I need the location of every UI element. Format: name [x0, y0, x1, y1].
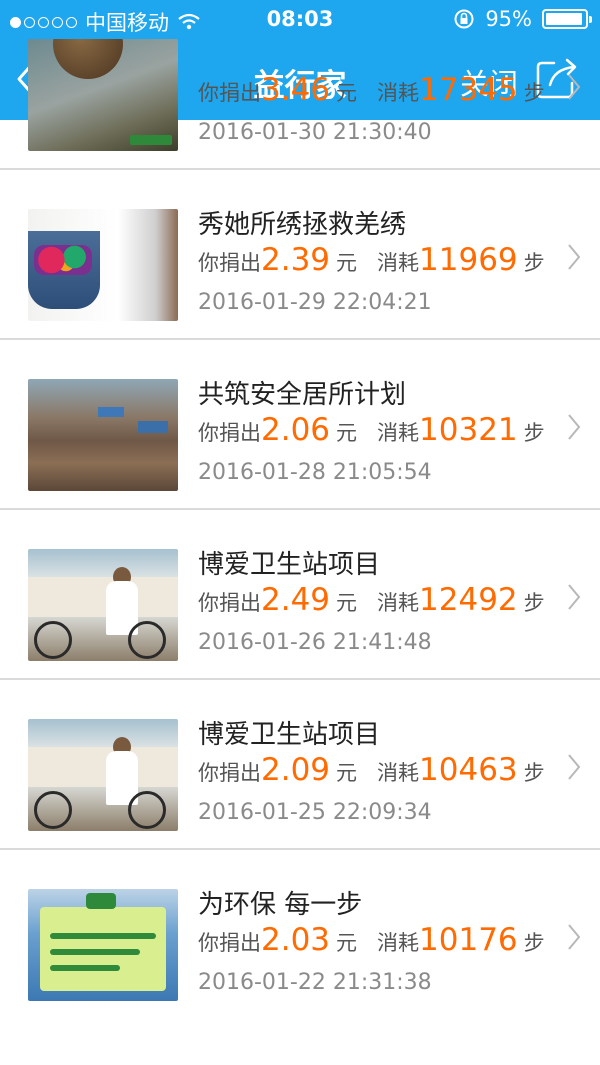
chevron-right-icon	[568, 924, 581, 950]
project-thumbnail	[28, 209, 178, 321]
step-count: 17345	[419, 72, 518, 108]
step-count: 10463	[419, 752, 518, 788]
donated-label: 你捐出	[198, 421, 261, 445]
steps-unit: 步	[523, 931, 545, 955]
donation-amount: 2.39	[261, 242, 331, 278]
yuan-unit: 元	[336, 421, 358, 445]
donated-label: 你捐出	[198, 81, 261, 105]
donation-date: 2016-01-29 22:04:21	[198, 290, 432, 315]
donation-date: 2016-01-22 21:31:38	[198, 970, 432, 995]
yuan-unit: 元	[336, 251, 358, 275]
list-item[interactable]: 博爱卫生站项目 你捐出 2.09 元 消耗 10463 步 2016-01-25…	[0, 680, 600, 850]
chevron-right-icon	[568, 754, 581, 780]
yuan-unit: 元	[336, 591, 358, 615]
yuan-unit: 元	[336, 81, 358, 105]
donation-amount: 3.46	[261, 72, 331, 108]
step-count: 10321	[419, 412, 518, 448]
steps-unit: 步	[523, 421, 545, 445]
step-count: 11969	[419, 242, 518, 278]
donation-meta: 你捐出 2.09 元 消耗 10463 步	[198, 752, 545, 788]
steps-unit: 步	[523, 251, 545, 275]
donated-label: 你捐出	[198, 591, 261, 615]
list-item[interactable]: 为环保 每一步 你捐出 2.03 元 消耗 10176 步 2016-01-22…	[0, 850, 600, 1020]
donation-meta: 你捐出 2.39 元 消耗 11969 步	[198, 242, 545, 278]
donation-date: 2016-01-25 22:09:34	[198, 800, 432, 825]
project-thumbnail	[28, 719, 178, 831]
donation-date: 2016-01-30 21:30:40	[198, 120, 432, 145]
chevron-right-icon	[568, 584, 581, 610]
project-thumbnail	[28, 549, 178, 661]
consumed-label: 消耗	[377, 81, 420, 105]
project-name: 为环保 每一步	[198, 890, 363, 920]
consumed-label: 消耗	[377, 591, 420, 615]
list-item[interactable]: 博爱卫生站项目 你捐出 2.49 元 消耗 12492 步 2016-01-26…	[0, 510, 600, 680]
step-count: 12492	[419, 582, 518, 618]
donation-date: 2016-01-26 21:41:48	[198, 630, 432, 655]
list-item[interactable]: 共筑安全居所计划 你捐出 2.06 元 消耗 10321 步 2016-01-2…	[0, 340, 600, 510]
steps-unit: 步	[523, 591, 545, 615]
consumed-label: 消耗	[377, 421, 420, 445]
donation-amount: 2.06	[261, 412, 331, 448]
donation-meta: 你捐出 2.06 元 消耗 10321 步	[198, 412, 545, 448]
donation-meta: 你捐出 2.03 元 消耗 10176 步	[198, 922, 545, 958]
project-thumbnail	[28, 379, 178, 491]
project-name: 博爱卫生站项目	[198, 550, 381, 580]
donation-amount: 2.49	[261, 582, 331, 618]
donation-amount: 2.09	[261, 752, 331, 788]
steps-unit: 步	[523, 81, 545, 105]
project-name: 秀她所绣拯救羌绣	[198, 210, 407, 240]
project-name: 共筑安全居所计划	[198, 380, 407, 410]
donated-label: 你捐出	[198, 931, 261, 955]
donation-meta: 你捐出 2.49 元 消耗 12492 步	[198, 582, 545, 618]
yuan-unit: 元	[336, 931, 358, 955]
step-count: 10176	[419, 922, 518, 958]
project-thumbnail	[28, 39, 178, 151]
donation-meta: 你捐出 3.46 元 消耗 17345 步	[198, 72, 545, 108]
donation-amount: 2.03	[261, 922, 331, 958]
project-name: 博爱卫生站项目	[198, 720, 381, 750]
chevron-right-icon	[568, 244, 581, 270]
donated-label: 你捐出	[198, 761, 261, 785]
chevron-right-icon	[568, 74, 581, 100]
consumed-label: 消耗	[377, 931, 420, 955]
steps-unit: 步	[523, 761, 545, 785]
chevron-right-icon	[568, 414, 581, 440]
yuan-unit: 元	[336, 761, 358, 785]
consumed-label: 消耗	[377, 761, 420, 785]
list-item[interactable]: 秀她所绣拯救羌绣 你捐出 2.39 元 消耗 11969 步 2016-01-2…	[0, 170, 600, 340]
donation-date: 2016-01-28 21:05:54	[198, 460, 432, 485]
project-thumbnail	[28, 889, 178, 1001]
consumed-label: 消耗	[377, 251, 420, 275]
list-item[interactable]: 你捐出 3.46 元 消耗 17345 步 2016-01-30 21:30:4…	[0, 0, 600, 170]
donated-label: 你捐出	[198, 251, 261, 275]
